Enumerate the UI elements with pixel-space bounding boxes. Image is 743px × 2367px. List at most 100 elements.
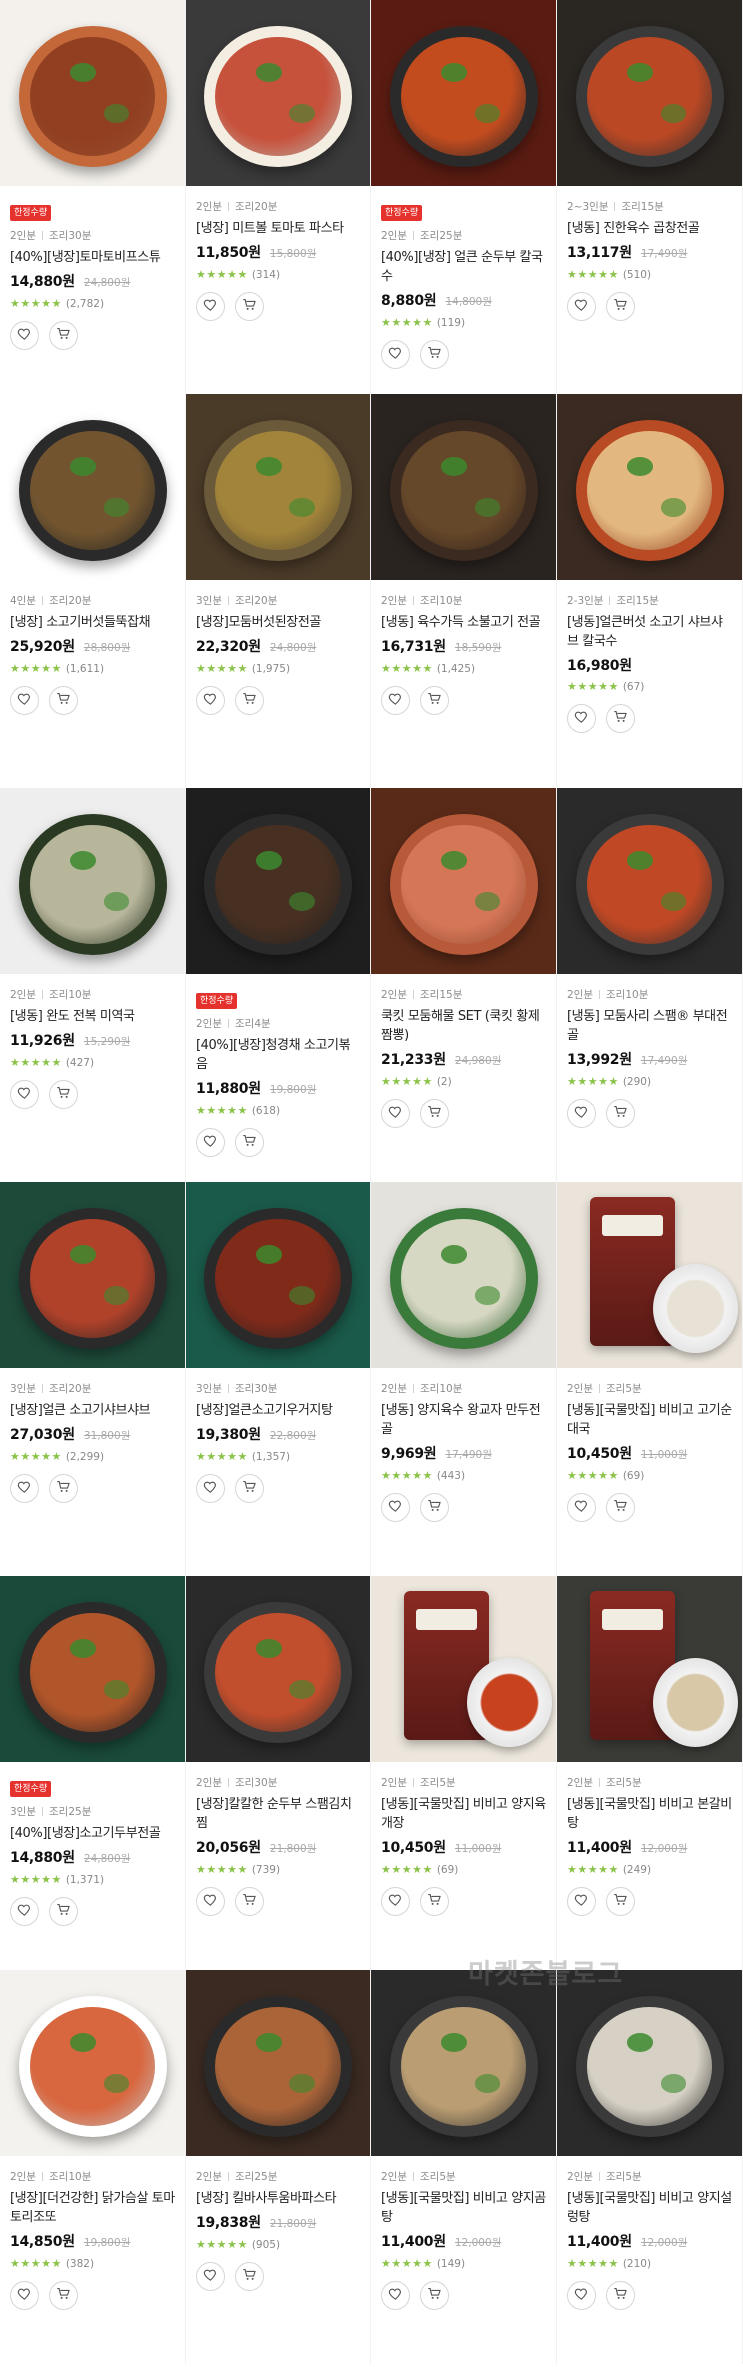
product-card[interactable]: 2인분 조리10분 [냉동] 육수가득 소불고기 전골 16,731원 18,59…	[371, 394, 557, 788]
wishlist-button[interactable]	[196, 686, 225, 715]
add-to-cart-button[interactable]	[420, 2281, 449, 2310]
product-image[interactable]	[0, 788, 185, 974]
product-name[interactable]: [냉장]칼칼한 순두부 스팸김치찜	[196, 1795, 360, 1833]
add-to-cart-button[interactable]	[606, 704, 635, 733]
product-name[interactable]: [냉동][국물맛집] 비비고 고기순대국	[567, 1401, 732, 1439]
add-to-cart-button[interactable]	[420, 1493, 449, 1522]
product-card[interactable]: 2인분 조리15분 쿡킷 모둠해물 SET (쿡킷 황제짬뽕) 21,233원 2…	[371, 788, 557, 1182]
add-to-cart-button[interactable]	[235, 292, 264, 321]
product-image[interactable]	[371, 1182, 556, 1368]
wishlist-button[interactable]	[567, 1099, 596, 1128]
product-card[interactable]: 2인분 조리5분 [냉동][국물맛집] 비비고 본갈비탕 11,400원 12,0…	[557, 1576, 743, 1970]
wishlist-button[interactable]	[567, 1493, 596, 1522]
add-to-cart-button[interactable]	[49, 686, 78, 715]
product-name[interactable]: [냉동]얼큰버섯 소고기 샤브샤브 칼국수	[567, 613, 732, 651]
product-image[interactable]	[186, 1576, 370, 1762]
add-to-cart-button[interactable]	[420, 1099, 449, 1128]
product-image[interactable]	[0, 0, 185, 186]
wishlist-button[interactable]	[567, 1887, 596, 1916]
add-to-cart-button[interactable]	[49, 2281, 78, 2310]
product-image[interactable]	[371, 1970, 556, 2156]
add-to-cart-button[interactable]	[606, 1887, 635, 1916]
wishlist-button[interactable]	[381, 1493, 410, 1522]
product-image[interactable]	[557, 1576, 742, 1762]
wishlist-button[interactable]	[196, 292, 225, 321]
product-image[interactable]	[186, 394, 370, 580]
wishlist-button[interactable]	[381, 2281, 410, 2310]
add-to-cart-button[interactable]	[235, 686, 264, 715]
wishlist-button[interactable]	[381, 340, 410, 369]
product-image[interactable]	[186, 0, 370, 186]
product-card[interactable]: 2~3인분 조리15분 [냉동] 진한육수 곱창전골 13,117원 17,490…	[557, 0, 743, 394]
product-image[interactable]	[0, 1970, 185, 2156]
wishlist-button[interactable]	[196, 1128, 225, 1157]
product-name[interactable]: [냉동] 육수가득 소불고기 전골	[381, 613, 546, 632]
product-image[interactable]	[186, 788, 370, 974]
product-image[interactable]	[557, 0, 742, 186]
add-to-cart-button[interactable]	[606, 2281, 635, 2310]
product-card[interactable]: 2인분 조리5분 [냉동][국물맛집] 비비고 양지설렁탕 11,400원 12,…	[557, 1970, 743, 2364]
product-image[interactable]	[186, 1970, 370, 2156]
product-card[interactable]: 3인분 조리30분 [냉장]얼큰소고기우거지탕 19,380원 22,800원 ★…	[186, 1182, 371, 1576]
product-name[interactable]: [냉장][더건강한] 닭가슴살 토마토리조또	[10, 2189, 175, 2227]
product-image[interactable]	[557, 788, 742, 974]
product-name[interactable]: [냉장] 소고기버섯들뚝잡채	[10, 613, 175, 632]
wishlist-button[interactable]	[10, 686, 39, 715]
add-to-cart-button[interactable]	[235, 1474, 264, 1503]
product-image[interactable]	[0, 394, 185, 580]
product-card[interactable]: 3인분 조리20분 [냉장]얼큰 소고기샤브샤브 27,030원 31,800원 …	[0, 1182, 186, 1576]
add-to-cart-button[interactable]	[420, 340, 449, 369]
add-to-cart-button[interactable]	[235, 1887, 264, 1916]
product-image[interactable]	[0, 1182, 185, 1368]
product-image[interactable]	[557, 394, 742, 580]
product-card[interactable]: 2인분 조리5분 [냉동][국물맛집] 비비고 고기순대국 10,450원 11,…	[557, 1182, 743, 1576]
product-image[interactable]	[0, 1576, 185, 1762]
add-to-cart-button[interactable]	[49, 1080, 78, 1109]
product-card[interactable]: 한정수량 2인분 조리25분 [40%][냉장] 얼큰 순두부 칼국수 8,880…	[371, 0, 557, 394]
wishlist-button[interactable]	[196, 1887, 225, 1916]
product-name[interactable]: [냉동] 진한육수 곱창전골	[567, 219, 732, 238]
product-card[interactable]: 2인분 조리10분 [냉장][더건강한] 닭가슴살 토마토리조또 14,850원 …	[0, 1970, 186, 2364]
add-to-cart-button[interactable]	[420, 686, 449, 715]
product-name[interactable]: 쿡킷 모둠해물 SET (쿡킷 황제짬뽕)	[381, 1007, 546, 1045]
product-card[interactable]: 한정수량 3인분 조리25분 [40%][냉장]소고기두부전골 14,880원 2…	[0, 1576, 186, 1970]
product-name[interactable]: [냉동][국물맛집] 비비고 양지육개장	[381, 1795, 546, 1833]
add-to-cart-button[interactable]	[49, 1474, 78, 1503]
add-to-cart-button[interactable]	[49, 1897, 78, 1926]
product-card[interactable]: 3인분 조리20분 [냉장]모둠버섯된장전골 22,320원 24,800원 ★★…	[186, 394, 371, 788]
wishlist-button[interactable]	[567, 2281, 596, 2310]
product-card[interactable]: 2인분 조리10분 [냉동] 완도 전복 미역국 11,926원 15,290원 …	[0, 788, 186, 1182]
add-to-cart-button[interactable]	[235, 1128, 264, 1157]
product-image[interactable]	[371, 1576, 556, 1762]
product-image[interactable]	[557, 1182, 742, 1368]
product-name[interactable]: [냉동][국물맛집] 비비고 본갈비탕	[567, 1795, 732, 1833]
product-image[interactable]	[371, 0, 556, 186]
wishlist-button[interactable]	[10, 1474, 39, 1503]
product-card[interactable]: 2인분 조리5분 [냉동][국물맛집] 비비고 양지곰탕 11,400원 12,0…	[371, 1970, 557, 2364]
product-name[interactable]: [냉장]모둠버섯된장전골	[196, 613, 360, 632]
add-to-cart-button[interactable]	[49, 321, 78, 350]
product-image[interactable]	[557, 1970, 742, 2156]
wishlist-button[interactable]	[196, 1474, 225, 1503]
wishlist-button[interactable]	[10, 1897, 39, 1926]
product-name[interactable]: [냉동][국물맛집] 비비고 양지곰탕	[381, 2189, 546, 2227]
product-name[interactable]: [냉동] 모둠사리 스팸® 부대전골	[567, 1007, 732, 1045]
product-image[interactable]	[371, 788, 556, 974]
add-to-cart-button[interactable]	[606, 1099, 635, 1128]
product-card[interactable]: 한정수량 2인분 조리4분 [40%][냉장]청경채 소고기볶음 11,880원 …	[186, 788, 371, 1182]
wishlist-button[interactable]	[196, 2262, 225, 2291]
product-name[interactable]: [냉장]얼큰소고기우거지탕	[196, 1401, 360, 1420]
product-card[interactable]: 한정수량 2인분 조리30분 [40%][냉장]토마토비프스튜 14,880원 2…	[0, 0, 186, 394]
product-name[interactable]: [냉동][국물맛집] 비비고 양지설렁탕	[567, 2189, 732, 2227]
wishlist-button[interactable]	[10, 2281, 39, 2310]
product-name[interactable]: [냉동] 완도 전복 미역국	[10, 1007, 175, 1026]
product-card[interactable]: 2인분 조리30분 [냉장]칼칼한 순두부 스팸김치찜 20,056원 21,80…	[186, 1576, 371, 1970]
product-card[interactable]: 2인분 조리25분 [냉장] 킬바사투움바파스타 19,838원 21,800원 …	[186, 1970, 371, 2364]
wishlist-button[interactable]	[10, 1080, 39, 1109]
product-card[interactable]: 2인분 조리5분 [냉동][국물맛집] 비비고 양지육개장 10,450원 11,…	[371, 1576, 557, 1970]
product-name[interactable]: [냉장] 미트볼 토마토 파스타	[196, 219, 360, 238]
product-card[interactable]: 2-3인분 조리15분 [냉동]얼큰버섯 소고기 샤브샤브 칼국수 16,980원…	[557, 394, 743, 788]
wishlist-button[interactable]	[381, 686, 410, 715]
product-name[interactable]: [40%][냉장]토마토비프스튜	[10, 248, 175, 267]
wishlist-button[interactable]	[381, 1887, 410, 1916]
